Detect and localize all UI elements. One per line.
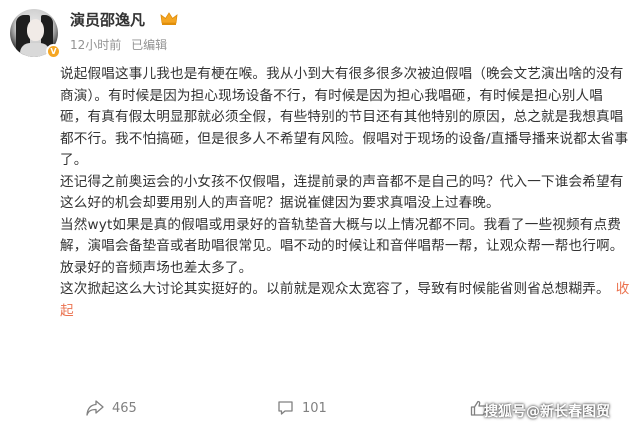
author-name[interactable]: 演员邵逸凡 <box>70 9 145 30</box>
post-paragraph-text: 这次掀起这么大讨论其实挺好的。以前就是观众太宽容了，导致有时候能省则省总想糊弄。 <box>60 281 610 297</box>
verified-icon: V <box>46 44 61 59</box>
post-time[interactable]: 12小时前 <box>70 38 121 52</box>
share-button[interactable]: 465 <box>86 400 137 416</box>
avatar-face <box>27 19 44 41</box>
weibo-post: V 演员邵逸凡 12小时前 已编辑 说起假唱这事儿我也是有梗在喉。我从小到大有很… <box>0 0 636 429</box>
post-content: 说起假唱这事儿我也是有梗在喉。我从小到大有很多很多次被迫假唱（晚会文艺演出啥的没… <box>60 64 630 322</box>
watermark: 搜狐号@新长春图贸 <box>484 404 610 420</box>
post-paragraph: 还记得之前奥运会的小女孩不仅假唱，连提前录的声音都不是自己的吗？代入一下谁会希望… <box>60 173 624 212</box>
post-meta: 12小时前 已编辑 <box>70 36 173 53</box>
post-paragraph: 当然wyt如果是真的假唱或用录好的音轨垫音大概与以上情况都不同。我看了一些视频有… <box>60 216 624 276</box>
share-icon <box>86 400 104 416</box>
post-paragraph-last: 这次掀起这么大讨论其实挺好的。以前就是观众太宽容了，导致有时候能省则省总想糊弄。… <box>60 279 630 322</box>
comment-icon <box>278 401 293 415</box>
comment-count: 101 <box>302 400 327 416</box>
share-count: 465 <box>112 400 137 416</box>
post-paragraph: 说起假唱这事儿我也是有梗在喉。我从小到大有很多很多次被迫假唱（晚会文艺演出啥的没… <box>60 66 629 168</box>
crown-icon <box>160 12 178 25</box>
comment-button[interactable]: 101 <box>277 400 327 416</box>
edited-label[interactable]: 已编辑 <box>131 38 167 52</box>
